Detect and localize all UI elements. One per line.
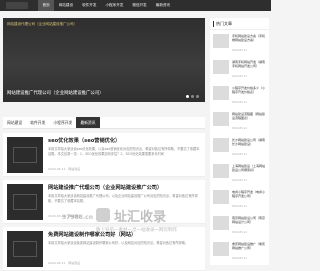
top-nav-bar: 首页 网站建设 软件开发 小程序开发 微信开发 最新资讯 [0,0,271,11]
thumbnail-frame [13,241,37,257]
article-meta: 2024-05-11 · 网站建设 [48,261,81,265]
nav-item-website[interactable]: 网站建设 [54,0,77,11]
sidebar-item[interactable]: 湖南手机网站开发（湖南手机网站开发公司） 2024-05-11 [213,60,267,85]
watermark-overlay: 97988.cn 址汇收录 敬上导航一素材一灵一站收录一网页制作 [62,200,232,240]
site-logo[interactable] [6,2,28,9]
article-item: seo优化效果（seo营销优化） 本篇文章给大家谈谈seo优化效果，以及seo营… [3,133,205,177]
sidebar-item-title[interactable]: 电商小程序开发（电商小程序开发公司） [232,190,267,203]
sidebar-item-title[interactable]: 湖南手机网站开发（湖南手机网站开发公司） [232,60,267,73]
article-thumbnail[interactable] [7,231,43,267]
watermark-tagline: 敬上导航一素材一灵一站收录一网页制作 [96,228,177,233]
sidebar-item-thumbnail[interactable] [213,164,229,178]
article-thumbnail[interactable] [7,137,43,173]
category-tabs: 网站建设 软件开发 小程序开发 最新资讯 [3,117,205,129]
sidebar-item-title[interactable]: 小程序开发价格多少（小程序开发价格表） [232,86,267,99]
hero-banner[interactable]: 网站建设代理公司（企业网站建设推广公司） 网站建设推广代理公司（企业网站建设推广… [3,18,205,102]
watermark-logo-icon [96,208,110,222]
article-meta: 2024-05-11 · 网站建设 [48,167,81,171]
nav-item-software[interactable]: 软件开发 [78,0,101,11]
article-thumbnail[interactable] [7,184,43,220]
sidebar-item-title[interactable]: 长沙网站建设公司（湖南长沙网站建设） [232,138,267,151]
watermark-name: 址汇收录 [114,210,167,225]
article-excerpt: 本篇文章给大家谈谈免费网站建设制作哪家公司好，以及网站对应的知识点，希望对各位有… [48,241,189,245]
nav-item-miniprogram[interactable]: 小程序开发 [101,0,128,11]
thumbnail-frame [13,147,37,163]
thumbnail-frame [13,194,37,210]
sidebar-item-thumbnail[interactable] [213,112,229,126]
nav-item-home[interactable]: 首页 [38,0,55,11]
main-nav: 首页 网站建设 软件开发 小程序开发 微信开发 最新资讯 [38,0,175,11]
sidebar-item-date: 2024-05-11 [232,205,248,208]
sidebar-item-date: 2024-05-11 [232,75,248,78]
sidebar-item[interactable]: 手机网站建设方案（手机端网站建设方案） 2024-05-11 [213,34,267,59]
banner-dot-2[interactable] [191,95,194,98]
sidebar-item-title[interactable]: 重庆网站建设推广（重庆网站推广公司） [232,242,267,255]
sidebar-item[interactable]: 上海网站建设（上海网站建设公司哪家好） 2024-05-11 [213,164,267,189]
sidebar-item-title[interactable]: 网站建设流程图（网站建设流程图表） [232,112,267,125]
watermark-site: 97988.cn [62,214,93,221]
tab-website[interactable]: 网站建设 [3,117,26,128]
banner-dot-1[interactable] [186,95,189,98]
banner-caption[interactable]: 网站建设推广代理公司（企业网站建设推广公司） [7,90,104,96]
sidebar-item[interactable]: 长沙网站建设公司（湖南长沙网站建设） 2024-05-11 [213,138,267,163]
sidebar-item-thumbnail[interactable] [213,242,229,256]
tab-miniprogram[interactable]: 小程序开发 [49,117,76,128]
sidebar-item-date: 2024-05-11 [232,101,248,104]
sidebar-item-date: 2024-05-11 [232,231,248,234]
nav-item-news[interactable]: 最新资讯 [151,0,174,11]
sidebar-item-thumbnail[interactable] [213,34,229,48]
sidebar-item-thumbnail[interactable] [213,138,229,152]
sidebar-item[interactable]: 重庆网站建设推广（重庆网站推广公司） 2024-05-11 [213,242,267,265]
sidebar-item-date: 2024-05-11 [232,127,248,130]
tab-software[interactable]: 软件开发 [26,117,49,128]
sidebar-item[interactable]: 网站建设流程图（网站建设流程图表） 2024-05-11 [213,112,267,137]
sidebar-item-date: 2024-05-11 [232,49,248,52]
banner-top-caption[interactable]: 网站建设代理公司（企业网站建设推广公司） [7,22,77,27]
sidebar-item-date: 2024-05-11 [232,153,248,156]
sidebar-title: 热门文章 [213,21,232,27]
sidebar-item-title[interactable]: 上海网站建设（上海网站建设公司哪家好） [232,164,267,177]
sidebar-item-title[interactable]: 手机网站建设方案（手机端网站建设方案） [232,34,267,47]
article-title[interactable]: seo优化效果（seo营销优化） [48,137,120,144]
sidebar-item-thumbnail[interactable] [213,86,229,100]
sidebar-item-title[interactable]: 南京网站建设公司（南京网站设计公司） [232,216,267,229]
sidebar-item-date: 2024-05-11 [232,257,248,260]
sidebar-item-thumbnail[interactable] [213,60,229,74]
tab-news[interactable]: 最新资讯 [76,117,100,128]
article-excerpt: 本篇文章给大家谈谈seo优化效果，以及seo营销优化对应的知识点，希望对各位有所… [48,147,200,156]
nav-item-wechat[interactable]: 微信开发 [128,0,151,11]
banner-pager [186,95,199,98]
sidebar-item-date: 2024-05-11 [232,179,248,182]
banner-dot-3[interactable] [196,95,199,98]
sidebar-item[interactable]: 小程序开发价格多少（小程序开发价格表） 2024-05-11 [213,86,267,111]
article-title[interactable]: 网站建设推广代理公司（企业网站建设推广公司） [48,184,162,191]
sidebar-header: 热门文章 [210,18,269,30]
